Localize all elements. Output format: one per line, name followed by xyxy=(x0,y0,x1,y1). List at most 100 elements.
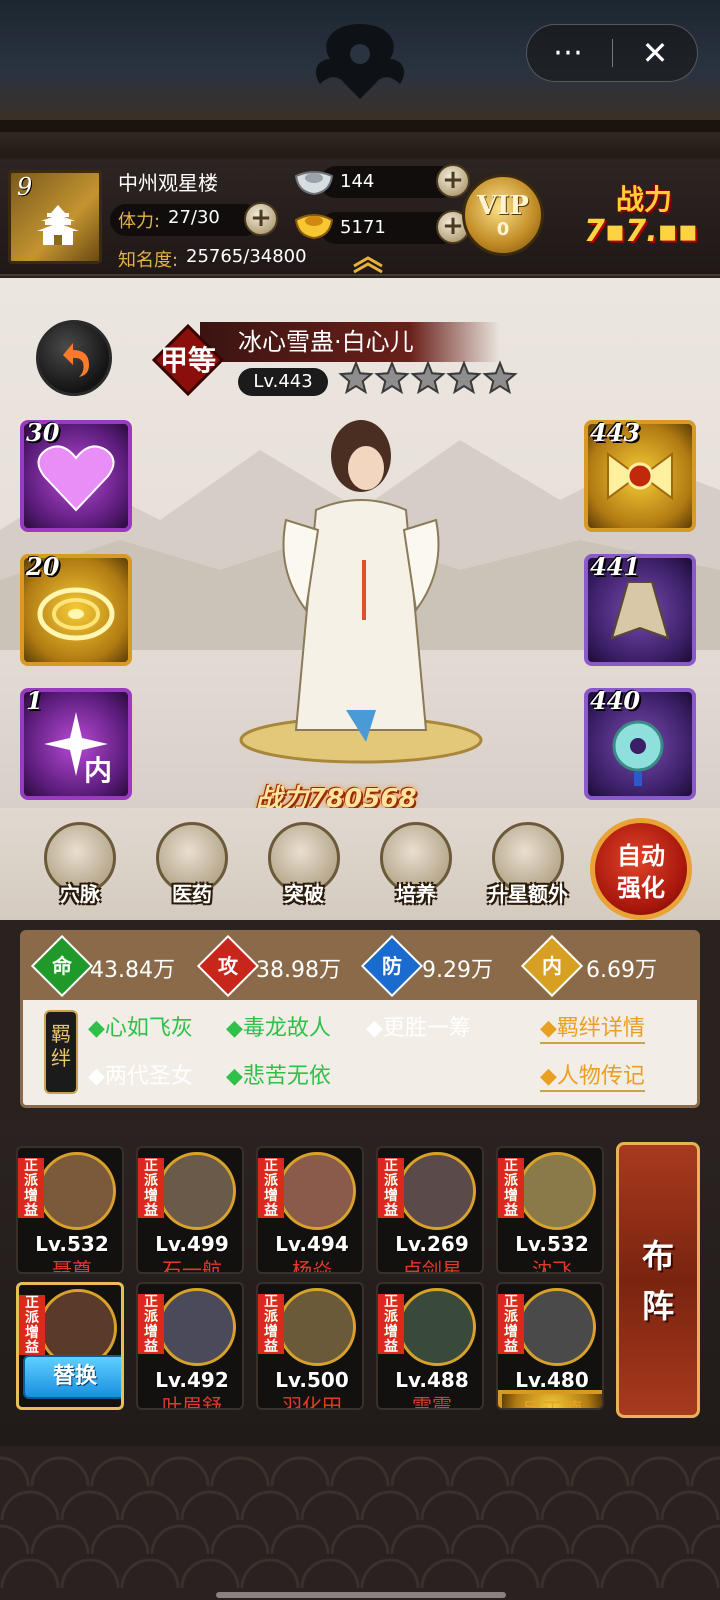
roster-name: 石一航 xyxy=(162,1258,222,1274)
bond-detail-link[interactable]: ◆羁绊详情 xyxy=(540,1010,645,1044)
avatar xyxy=(278,1152,356,1230)
action-label: 培养 xyxy=(396,882,436,906)
action-label: 穴脉 xyxy=(60,882,100,906)
attack-stat-key: 攻 xyxy=(218,954,238,978)
inner-stat-value: 6.69万 xyxy=(586,958,657,983)
avatar xyxy=(278,1288,356,1366)
add-stamina-button[interactable]: + xyxy=(244,202,278,236)
faction-tag: 正派增益 xyxy=(498,1294,524,1355)
bond-item: ◆悲苦无依 xyxy=(226,1064,331,1089)
roster-level: Lv.532 xyxy=(35,1232,109,1256)
hero-character-art xyxy=(239,420,483,764)
inner-stat-key: 内 xyxy=(542,954,562,978)
silver-ingot-icon xyxy=(294,171,334,196)
roster-card[interactable]: 正派增益 Lv.492 叶眉舒 xyxy=(136,1282,244,1410)
vip-level: 0 xyxy=(496,219,510,240)
roster-level: Lv.500 xyxy=(275,1368,349,1392)
back-button[interactable] xyxy=(36,320,112,396)
roster-level: Lv.494 xyxy=(275,1232,349,1256)
roster-card[interactable]: 正派增益 Lv.532 聂尊 xyxy=(16,1146,124,1274)
bond-item: ◆心如飞灰 xyxy=(88,1016,193,1041)
roster-name: 沈飞 xyxy=(532,1258,572,1274)
building-level: 9 xyxy=(17,173,33,201)
silver-value: 144 xyxy=(340,171,375,192)
roster-card[interactable]: 正派增益 Lv.499 石一航 xyxy=(136,1146,244,1274)
roster-level: Lv.269 xyxy=(395,1232,469,1256)
hero-level: Lv.443 xyxy=(238,368,328,396)
grade-seal-icon: 甲等 xyxy=(151,323,225,397)
formation-label-1: 布 xyxy=(641,1237,674,1275)
chevron-up-icon[interactable] xyxy=(350,254,386,274)
bond-item: ◆毒龙故人 xyxy=(226,1016,331,1041)
stamina-label: 体力: xyxy=(118,211,161,232)
swap-button[interactable]: 替换 xyxy=(23,1355,121,1399)
avatar xyxy=(518,1288,596,1366)
roster-name: 羽化田 xyxy=(282,1394,342,1410)
skill-slot-3[interactable]: 内 1 xyxy=(20,686,132,800)
equip-slot-level: 440 xyxy=(590,686,641,715)
roster-card[interactable]: 正派增益 Lv.480 吴正德 xyxy=(496,1282,604,1410)
roster-name: 吴正德 xyxy=(498,1390,602,1408)
roster-name: 雷震 xyxy=(412,1394,452,1410)
auto-enhance-line2: 强化 xyxy=(617,874,665,902)
bond-item: ◆两代圣女 xyxy=(88,1064,193,1089)
faction-tag: 正派增益 xyxy=(378,1294,404,1355)
gold-ingot-icon xyxy=(294,214,334,240)
roster-name: 卢剑星 xyxy=(402,1258,462,1274)
avatar xyxy=(158,1152,236,1230)
action-breakthrough[interactable]: 突破 xyxy=(254,822,354,914)
roster-card[interactable]: 正派增益 Lv.488 雷震 xyxy=(376,1282,484,1410)
home-indicator[interactable] xyxy=(216,1592,506,1598)
avatar xyxy=(158,1288,236,1366)
equip-slot-accessory[interactable]: 440 xyxy=(584,686,696,800)
hp-stat-key: 命 xyxy=(52,954,72,978)
equip-slot-level: 441 xyxy=(590,552,641,581)
gold-value: 5171 xyxy=(340,217,386,238)
power-value: 7▪7.▪▪ xyxy=(584,214,699,249)
close-icon[interactable]: ✕ xyxy=(613,34,697,72)
faction-tag: 正派增益 xyxy=(258,1158,284,1219)
building-badge[interactable]: 9 xyxy=(8,170,102,264)
skill-slot-level: 1 xyxy=(26,686,43,715)
hp-stat-value: 43.84万 xyxy=(90,958,175,983)
roster-card[interactable]: 正派增益 Lv.494 杨焱 xyxy=(256,1146,364,1274)
roster-level: Lv.532 xyxy=(515,1232,589,1256)
fame-value: 25765/34800 xyxy=(186,246,307,267)
vip-badge[interactable]: VIP 0 xyxy=(462,174,544,256)
roster-name: 杨焱 xyxy=(292,1258,332,1274)
action-medicine[interactable]: 医药 xyxy=(142,822,242,914)
star-icon xyxy=(374,360,410,395)
star-icon xyxy=(338,360,374,395)
roster-level: Lv.480 xyxy=(515,1368,589,1392)
total-power-badge[interactable]: 战力 7▪7.▪▪ xyxy=(580,170,718,262)
roster-level: Lv.488 xyxy=(395,1368,469,1392)
formation-button[interactable]: 布 阵 xyxy=(616,1142,700,1418)
roster-card[interactable]: 正派增益 Lv.269 卢剑星 xyxy=(376,1146,484,1274)
skill-slot-2[interactable]: 20 xyxy=(20,552,132,666)
action-star-up[interactable]: 升星额外 xyxy=(478,822,578,914)
roster-name: 聂尊 xyxy=(52,1258,92,1274)
star-icon xyxy=(482,360,518,395)
roster-card-current[interactable]: 正派增益 替换 xyxy=(16,1282,124,1410)
faction-tag: 正派增益 xyxy=(18,1158,44,1219)
star-rating xyxy=(338,360,518,395)
roster-level: Lv.499 xyxy=(155,1232,229,1256)
equip-slot-weapon[interactable]: 443 xyxy=(584,418,696,532)
auto-enhance-button[interactable]: 自动 强化 xyxy=(590,818,692,920)
bond-item: ◆更胜一筹 xyxy=(366,1016,471,1041)
avatar xyxy=(398,1152,476,1230)
equip-slot-armor[interactable]: 441 xyxy=(584,552,696,666)
pagoda-icon xyxy=(37,205,79,245)
location-name: 中州观星楼 xyxy=(118,171,218,195)
faction-tag: 正派增益 xyxy=(498,1158,524,1219)
roster-card[interactable]: 正派增益 Lv.532 沈飞 xyxy=(496,1146,604,1274)
biography-link[interactable]: ◆人物传记 xyxy=(540,1058,645,1092)
inner-glyph: 内 xyxy=(84,754,112,787)
skill-slot-1[interactable]: 30 xyxy=(20,418,132,532)
roster-level: Lv.492 xyxy=(155,1368,229,1392)
action-meridian[interactable]: 穴脉 xyxy=(30,822,130,914)
action-cultivate[interactable]: 培养 xyxy=(366,822,466,914)
action-label: 升星额外 xyxy=(488,882,568,906)
more-options-icon[interactable]: ⋯ xyxy=(527,24,612,82)
roster-card[interactable]: 正派增益 Lv.500 羽化田 xyxy=(256,1282,364,1410)
